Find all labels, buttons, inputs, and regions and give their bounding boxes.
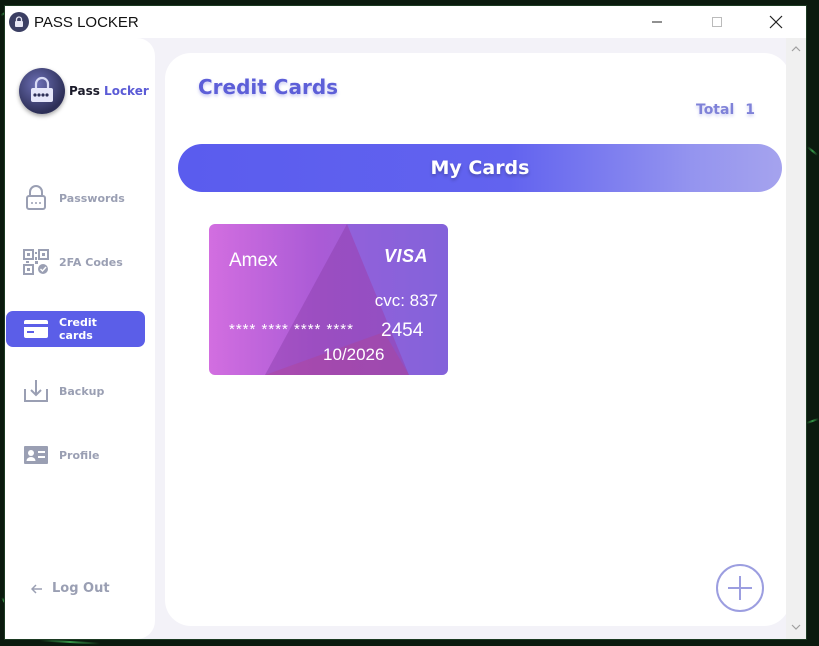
section-title: My Cards <box>430 157 530 179</box>
total-count: Total 1 <box>696 102 755 118</box>
id-card-icon <box>22 441 50 469</box>
maximize-button[interactable] <box>694 6 740 38</box>
title-bar[interactable]: PASS LOCKER <box>5 6 806 38</box>
app-client-area: Pass Locker Passwords 2FA Codes Credit c… <box>5 38 790 639</box>
card-number-mask: **** **** **** **** <box>229 321 354 338</box>
scroll-up-icon[interactable] <box>791 44 801 54</box>
close-button[interactable] <box>753 6 799 38</box>
logo-pass-text: Pass <box>69 84 100 98</box>
sidebar-item-label: Backup <box>59 384 105 398</box>
total-value: 1 <box>745 102 755 118</box>
app-lock-icon <box>9 12 29 32</box>
card-expiry: 10/2026 <box>323 345 385 364</box>
visa-logo: VISA <box>383 246 428 266</box>
app-logo: Pass Locker <box>19 68 149 114</box>
logo-text: Pass Locker <box>69 84 149 98</box>
card-cvc: cvc: 837 <box>374 291 438 310</box>
minimize-icon <box>652 21 662 23</box>
add-card-button[interactable] <box>716 564 764 612</box>
sidebar-item-2fa-codes[interactable]: 2FA Codes <box>6 244 145 280</box>
app-window: PASS LOCKER Pass Locker Passwords 2FA Co… <box>5 6 806 639</box>
sidebar-item-label: 2FA Codes <box>59 255 123 269</box>
vertical-scrollbar[interactable] <box>786 38 806 639</box>
sidebar: Pass Locker Passwords 2FA Codes Credit c… <box>5 38 155 639</box>
logout-button[interactable]: Log Out <box>31 581 110 596</box>
sidebar-item-label: Credit cards <box>59 316 97 342</box>
sidebar-item-label: Passwords <box>59 191 125 205</box>
credit-card-icon <box>22 315 50 343</box>
my-cards-header: My Cards <box>178 144 782 192</box>
sidebar-item-credit-cards[interactable]: Credit cards <box>6 311 145 347</box>
maximize-icon <box>712 17 722 27</box>
sidebar-item-profile[interactable]: Profile <box>6 437 145 473</box>
page-title: Credit Cards <box>198 75 339 99</box>
logout-label: Log Out <box>52 581 110 596</box>
main-panel: Credit Cards Total 1 My Cards Amex VISA c… <box>165 53 790 626</box>
lock-icon <box>22 184 50 212</box>
sidebar-item-label: Profile <box>59 448 100 462</box>
logo-lock-icon <box>19 68 65 114</box>
qr-code-icon <box>22 248 50 276</box>
scroll-down-icon[interactable] <box>791 622 801 632</box>
plus-icon <box>728 576 752 600</box>
window-title: PASS LOCKER <box>34 13 139 31</box>
sidebar-item-backup[interactable]: Backup <box>6 373 145 409</box>
minimize-button[interactable] <box>634 6 680 38</box>
arrow-left-icon <box>31 583 42 594</box>
logo-locker-text: Locker <box>104 84 149 98</box>
total-label: Total <box>696 102 735 118</box>
card-name: Amex <box>229 250 278 271</box>
credit-card[interactable]: Amex VISA cvc: 837 **** **** **** **** 2… <box>209 224 448 375</box>
download-icon <box>22 377 50 405</box>
card-last-four: 2454 <box>381 320 424 341</box>
sidebar-item-passwords[interactable]: Passwords <box>6 180 145 216</box>
close-icon <box>769 15 783 29</box>
